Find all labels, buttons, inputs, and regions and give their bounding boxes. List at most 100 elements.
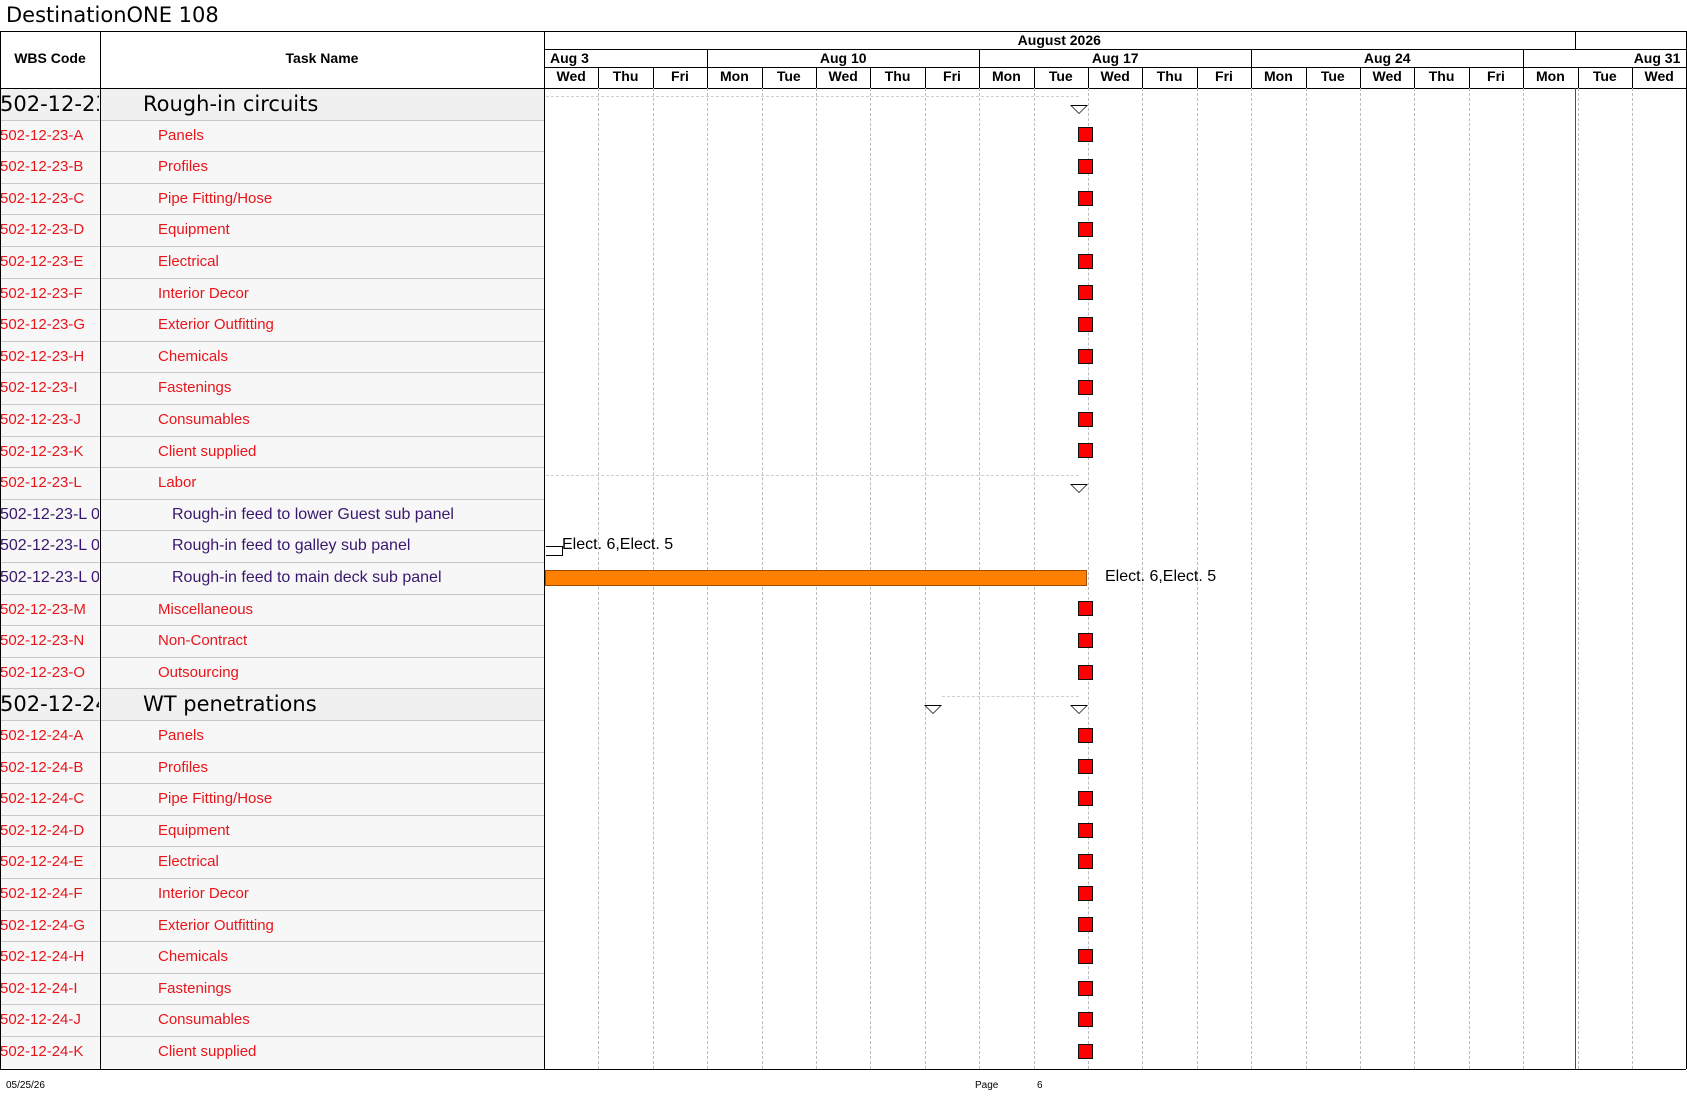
table-row[interactable]: 502-12-23-L 0 Rough-in feed to main deck …: [0, 562, 544, 594]
milestone-marker[interactable]: [1078, 253, 1093, 269]
wbs-code-cell[interactable]: 502-12-23-M: [0, 601, 99, 618]
task-column-header[interactable]: Task Name: [100, 50, 544, 66]
milestone-marker[interactable]: [1078, 822, 1093, 838]
table-row[interactable]: 502-12-23-J Consumables: [0, 404, 544, 436]
wbs-code-cell[interactable]: 502-12-24-D: [0, 822, 99, 839]
table-row[interactable]: 502-12-24-F Interior Decor: [0, 878, 544, 910]
wbs-code-cell[interactable]: 502-12-24-J: [0, 1011, 99, 1028]
table-row[interactable]: 502-12-24-B Profiles: [0, 752, 544, 784]
milestone-marker[interactable]: [1078, 949, 1093, 964]
wbs-code-cell[interactable]: 502-12-24-C: [0, 790, 99, 807]
task-name-cell[interactable]: Non-Contract: [158, 632, 247, 649]
task-name-cell[interactable]: Exterior Outfitting: [158, 917, 274, 934]
table-row[interactable]: 502-12-23-K Client supplied: [0, 436, 544, 468]
table-row[interactable]: 502-12-23-L Labor: [0, 467, 544, 499]
table-row[interactable]: 502-12-24-A Panels: [0, 720, 544, 752]
table-row[interactable]: 502-12-24-G Exterior Outfitting: [0, 910, 544, 942]
milestone-marker[interactable]: [1078, 190, 1093, 206]
milestone-marker[interactable]: [1078, 348, 1093, 364]
table-row[interactable]: 502-12-24-C Pipe Fitting/Hose: [0, 783, 544, 815]
wbs-code-cell[interactable]: 502-12-23-L 0: [0, 506, 99, 524]
wbs-code-cell[interactable]: 502-12-24-G: [0, 917, 99, 934]
task-name-cell[interactable]: Pipe Fitting/Hose: [158, 790, 272, 807]
milestone-marker[interactable]: [1078, 917, 1093, 933]
wbs-code-cell[interactable]: 502-12-23-K: [0, 443, 99, 460]
wbs-code-cell[interactable]: 502-12-23-L: [0, 474, 99, 491]
wbs-code-cell[interactable]: 502-12-24-F: [0, 885, 99, 902]
table-row[interactable]: 502-12-23-I Fastenings: [0, 372, 544, 404]
milestone-marker[interactable]: [1078, 727, 1093, 743]
milestone-marker[interactable]: [1078, 127, 1093, 143]
milestone-marker[interactable]: [1078, 1043, 1093, 1059]
table-row[interactable]: 502-12-23-H Chemicals: [0, 341, 544, 373]
table-row[interactable]: 502-12-24-D Equipment: [0, 815, 544, 847]
task-name-cell[interactable]: Equipment: [158, 221, 230, 238]
task-name-cell[interactable]: Profiles: [158, 158, 208, 175]
milestone-marker[interactable]: [1078, 411, 1093, 427]
task-name-cell[interactable]: Electrical: [158, 853, 219, 870]
milestone-marker[interactable]: [1078, 759, 1093, 775]
milestone-marker[interactable]: [1078, 633, 1093, 648]
wbs-code-cell[interactable]: 502-12-23-O: [0, 664, 99, 681]
wbs-code-cell[interactable]: 502-12-23-L 0: [0, 537, 99, 555]
milestone-marker[interactable]: [1078, 791, 1093, 806]
wbs-code-cell[interactable]: 502-12-24-A: [0, 727, 99, 744]
wbs-code-cell[interactable]: 502-12-23-F: [0, 285, 99, 302]
task-name-cell[interactable]: Chemicals: [158, 948, 228, 965]
milestone-marker[interactable]: [1078, 443, 1093, 459]
table-row[interactable]: 502-12-24-E Electrical: [0, 846, 544, 878]
task-name-cell[interactable]: Pipe Fitting/Hose: [158, 190, 272, 207]
milestone-marker[interactable]: [1078, 980, 1093, 996]
task-name-cell[interactable]: Rough-in feed to main deck sub panel: [172, 569, 442, 587]
table-row[interactable]: 502-12-23 Rough-in circuits: [0, 88, 544, 120]
milestone-marker[interactable]: [1078, 1012, 1093, 1028]
wbs-code-cell[interactable]: 502-12-24-E: [0, 853, 99, 870]
task-name-cell[interactable]: Equipment: [158, 822, 230, 839]
milestone-marker[interactable]: [1078, 285, 1093, 301]
wbs-code-cell[interactable]: 502-12-23-H: [0, 348, 99, 365]
milestone-marker[interactable]: [1078, 854, 1093, 870]
table-row[interactable]: 502-12-23-L 0 Rough-in feed to lower Gues…: [0, 499, 544, 531]
wbs-code-cell[interactable]: 502-12-23-G: [0, 316, 99, 333]
table-row[interactable]: 502-12-24-J Consumables: [0, 1004, 544, 1036]
table-row[interactable]: 502-12-24 WT penetrations: [0, 688, 544, 720]
wbs-code-cell[interactable]: 502-12-23-D: [0, 221, 99, 238]
task-name-cell[interactable]: Interior Decor: [158, 285, 249, 302]
task-name-cell[interactable]: Miscellaneous: [158, 601, 253, 618]
task-name-cell[interactable]: Exterior Outfitting: [158, 316, 274, 333]
milestone-marker[interactable]: [1078, 317, 1093, 332]
task-bar[interactable]: [545, 569, 1087, 586]
task-name-cell[interactable]: Interior Decor: [158, 885, 249, 902]
wbs-code-cell[interactable]: 502-12-24: [0, 692, 99, 716]
wbs-code-cell[interactable]: 502-12-24-H: [0, 948, 99, 965]
table-row[interactable]: 502-12-23-M Miscellaneous: [0, 594, 544, 626]
table-row[interactable]: 502-12-23-A Panels: [0, 120, 544, 152]
wbs-code-cell[interactable]: 502-12-23-N: [0, 632, 99, 649]
wbs-code-cell[interactable]: 502-12-23-B: [0, 158, 99, 175]
table-row[interactable]: 502-12-24-H Chemicals: [0, 941, 544, 973]
table-row[interactable]: 502-12-23-B Profiles: [0, 151, 544, 183]
table-row[interactable]: 502-12-23-N Non-Contract: [0, 625, 544, 657]
wbs-code-cell[interactable]: 502-12-24-K: [0, 1043, 99, 1060]
table-row[interactable]: 502-12-23-L 0 Rough-in feed to galley sub…: [0, 530, 544, 562]
table-row[interactable]: 502-12-23-O Outsourcing: [0, 657, 544, 689]
wbs-code-cell[interactable]: 502-12-23-A: [0, 127, 99, 144]
task-name-cell[interactable]: Fastenings: [158, 980, 231, 997]
wbs-code-cell[interactable]: 502-12-23: [0, 92, 99, 116]
wbs-code-cell[interactable]: 502-12-23-J: [0, 411, 99, 428]
wbs-code-cell[interactable]: 502-12-23-C: [0, 190, 99, 207]
table-row[interactable]: 502-12-23-C Pipe Fitting/Hose: [0, 183, 544, 215]
task-name-cell[interactable]: Chemicals: [158, 348, 228, 365]
task-name-cell[interactable]: Client supplied: [158, 1043, 256, 1060]
task-name-cell[interactable]: Fastenings: [158, 379, 231, 396]
task-name-cell[interactable]: Electrical: [158, 253, 219, 270]
task-name-cell[interactable]: Consumables: [158, 411, 250, 428]
milestone-marker[interactable]: [1078, 885, 1093, 901]
table-row[interactable]: 502-12-23-G Exterior Outfitting: [0, 309, 544, 341]
task-name-cell[interactable]: Rough-in feed to galley sub panel: [172, 537, 410, 555]
milestone-marker[interactable]: [1078, 380, 1093, 396]
task-name-cell[interactable]: WT penetrations: [143, 692, 317, 716]
table-row[interactable]: 502-12-23-E Electrical: [0, 246, 544, 278]
wbs-code-cell[interactable]: 502-12-23-E: [0, 253, 99, 270]
table-row[interactable]: 502-12-24-K Client supplied: [0, 1036, 544, 1068]
